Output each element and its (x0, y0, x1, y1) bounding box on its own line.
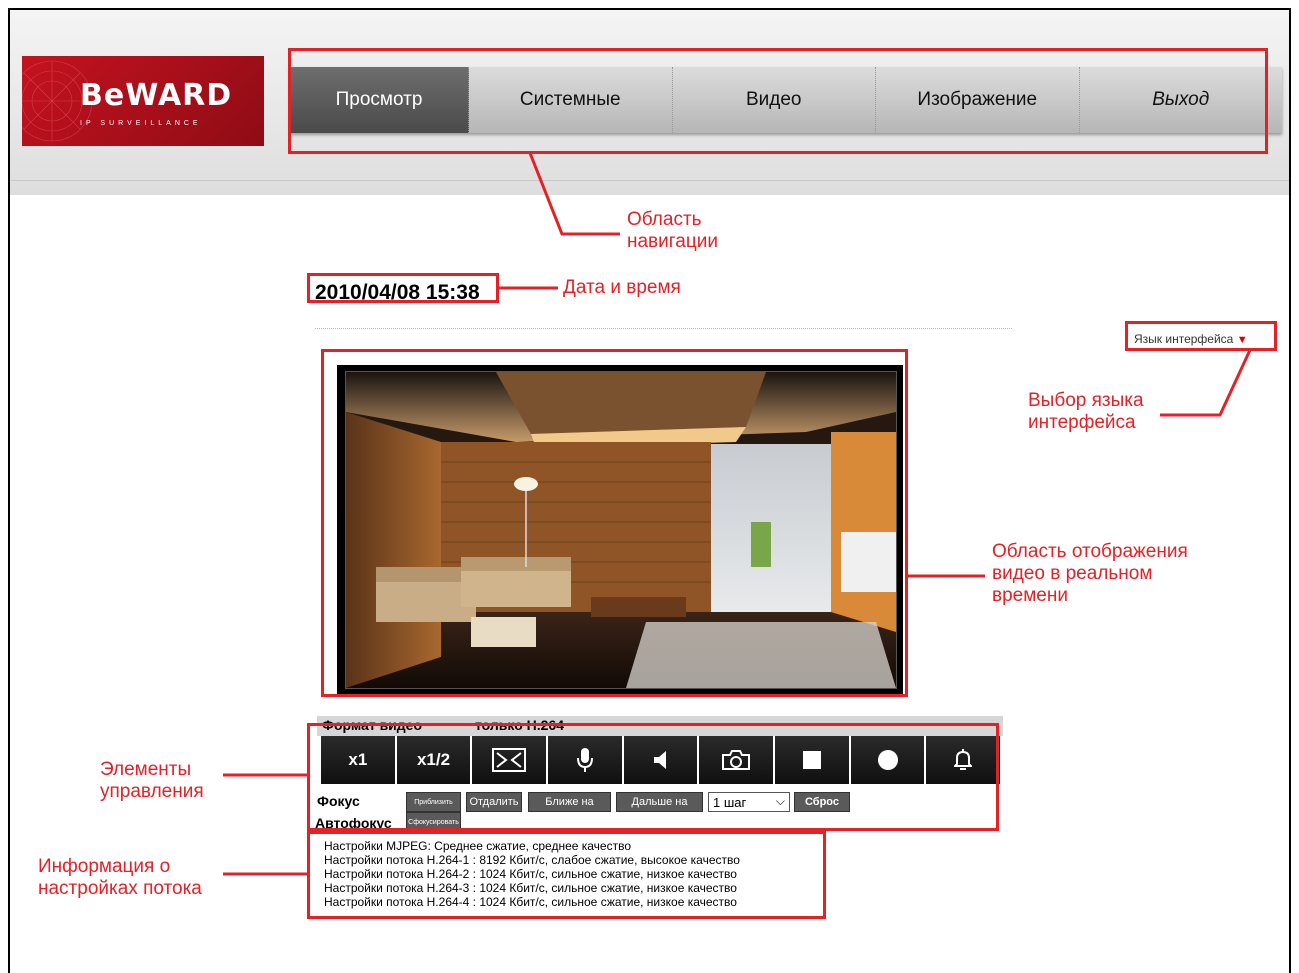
stream-highlight-box (307, 831, 826, 919)
annotation-video: Область отображения видео в реальном вре… (992, 541, 1188, 606)
annotation-datetime: Дата и время (563, 277, 681, 298)
logo-text: BeWARD (80, 78, 233, 113)
language-highlight-box (1125, 321, 1277, 351)
video-highlight-box (321, 349, 908, 697)
datetime-highlight-box (307, 273, 499, 303)
logo-subtitle: IP SURVEILLANCE (80, 120, 202, 127)
controls-highlight-box (307, 723, 999, 831)
divider (315, 328, 1012, 329)
annotation-controls: Элементы управления (100, 759, 204, 802)
annotation-nav: Область навигации (627, 209, 718, 252)
browser-frame: BeWARD IP SURVEILLANCE Просмотр Системны… (8, 8, 1291, 973)
beward-logo[interactable]: BeWARD IP SURVEILLANCE (22, 56, 264, 146)
annotation-language: Выбор языка интерфейса (1028, 390, 1144, 433)
nav-highlight-box (288, 48, 1268, 154)
annotation-stream: Информация о настройках потока (38, 856, 202, 899)
